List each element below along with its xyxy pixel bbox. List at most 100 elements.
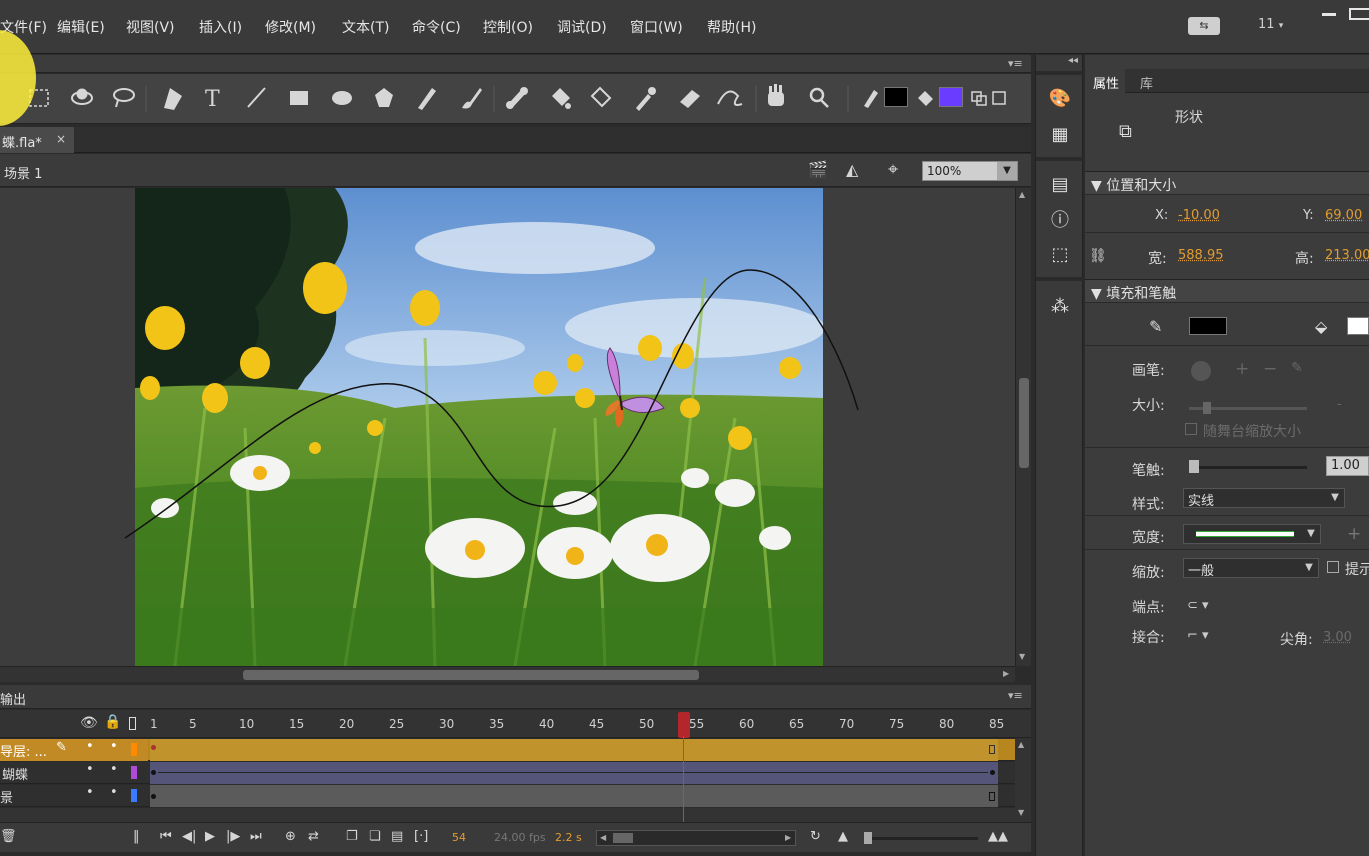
end-frame[interactable] bbox=[989, 792, 995, 801]
minimize-icon[interactable] bbox=[1322, 13, 1336, 16]
chevron-down-icon[interactable]: ▼ bbox=[1300, 559, 1318, 577]
menu-view[interactable]: 视图(V) bbox=[126, 17, 175, 37]
visibility-dot[interactable]: • bbox=[86, 762, 94, 777]
end-frame[interactable] bbox=[989, 745, 995, 754]
stage-vertical-scrollbar[interactable]: ▲ ▼ bbox=[1015, 188, 1031, 666]
width-profile-select[interactable]: ▼ bbox=[1183, 524, 1321, 544]
play-icon[interactable]: ▶ bbox=[205, 829, 215, 844]
width-tool[interactable] bbox=[716, 84, 744, 112]
tab-library[interactable]: 库 bbox=[1140, 73, 1153, 92]
chevron-down-icon[interactable]: ▼ bbox=[1326, 489, 1344, 507]
bone-tool[interactable] bbox=[504, 84, 532, 112]
edit-scene-icon[interactable]: 🎬 bbox=[808, 160, 828, 179]
scene-label[interactable]: 场景 1 bbox=[4, 163, 42, 182]
pencil-tool[interactable] bbox=[412, 84, 440, 112]
menu-debug[interactable]: 调试(D) bbox=[557, 17, 607, 37]
layer-name[interactable]: 蝴蝶 • • bbox=[0, 762, 148, 784]
swatches-grid-icon[interactable]: ▦ bbox=[1048, 123, 1072, 147]
scroll-thumb[interactable] bbox=[243, 670, 699, 680]
slider-thumb[interactable] bbox=[1189, 460, 1199, 473]
paint-bucket-tool[interactable] bbox=[546, 84, 574, 112]
chevron-down-icon[interactable]: ▼ bbox=[1302, 525, 1320, 543]
layer-color-swatch[interactable] bbox=[131, 743, 137, 756]
timeline-ruler[interactable]: 👁 🔒 1 5 10 15 20 25 30 35 40 45 50 55 60… bbox=[0, 710, 1031, 738]
style-select[interactable]: 实线 ▼ bbox=[1183, 488, 1345, 509]
last-frame-icon[interactable]: ⏭ bbox=[250, 829, 262, 844]
components-icon[interactable]: ⁂ bbox=[1048, 295, 1072, 319]
lasso-tool[interactable] bbox=[110, 84, 138, 112]
workspace-number[interactable]: 11 ▾ bbox=[1258, 17, 1283, 32]
plus-icon[interactable]: + bbox=[1235, 359, 1249, 379]
scroll-right-icon[interactable]: ▶ bbox=[785, 833, 791, 842]
minus-icon[interactable]: − bbox=[1263, 359, 1277, 379]
stage-horizontal-scrollbar[interactable]: ▶ bbox=[0, 666, 1015, 682]
layer-color-swatch[interactable] bbox=[131, 766, 137, 779]
frame-rate[interactable]: 24.00 fps bbox=[494, 831, 546, 844]
width-value[interactable]: 588.95 bbox=[1178, 248, 1224, 263]
layer-row-guide[interactable]: 导层: ... ✎ • • bbox=[0, 739, 1015, 761]
scroll-left-icon[interactable]: ◀ bbox=[600, 833, 606, 842]
stroke-color-swatch[interactable] bbox=[884, 87, 908, 107]
scroll-right-icon[interactable]: ▶ bbox=[1003, 669, 1009, 678]
slider-thumb[interactable] bbox=[864, 832, 872, 844]
outline-icon[interactable] bbox=[129, 717, 136, 730]
link-icon[interactable]: ⛓ bbox=[1089, 248, 1107, 264]
size-slider[interactable] bbox=[1189, 402, 1307, 414]
keyframe[interactable] bbox=[151, 770, 156, 775]
panel-menu-icon[interactable]: ▾≡ bbox=[1008, 689, 1023, 702]
edit-brush-icon[interactable]: ✎ bbox=[1291, 360, 1303, 376]
pen-tool[interactable] bbox=[160, 84, 188, 112]
x-value[interactable]: -10.00 bbox=[1178, 208, 1220, 223]
edit-multiple-frames-icon[interactable]: ▤ bbox=[391, 829, 403, 844]
oval-tool[interactable] bbox=[328, 84, 356, 112]
color-palette-icon[interactable]: 🎨 bbox=[1048, 87, 1072, 111]
frames-butterfly[interactable] bbox=[150, 762, 998, 784]
fill-color-swatch[interactable] bbox=[939, 87, 963, 107]
timeline-vertical-scrollbar[interactable]: ▲ ▼ bbox=[1015, 738, 1031, 822]
hinting-checkbox[interactable] bbox=[1327, 561, 1339, 573]
edit-symbols-icon[interactable]: ◭ bbox=[846, 160, 858, 179]
onion-skin-icon[interactable]: ❐ bbox=[346, 829, 358, 844]
layer-row-butterfly[interactable]: 蝴蝶 • • bbox=[0, 762, 1015, 784]
stroke-slider[interactable] bbox=[1189, 460, 1307, 473]
visibility-dot[interactable]: • bbox=[86, 739, 94, 754]
step-back-icon[interactable]: ◀| bbox=[182, 829, 196, 844]
zoom-in-icon[interactable]: ▲▲ bbox=[988, 829, 1008, 844]
keyframe[interactable] bbox=[990, 770, 995, 775]
refresh-icon[interactable]: ↻ bbox=[810, 829, 821, 844]
line-tool[interactable] bbox=[243, 84, 271, 112]
panel-menu-icon[interactable]: ▾≡ bbox=[1008, 57, 1023, 70]
scroll-thumb[interactable] bbox=[1019, 378, 1029, 468]
split-icon[interactable]: ‖ bbox=[133, 829, 140, 844]
timeline-h-scroll[interactable]: ◀ ▶ bbox=[596, 830, 796, 846]
lock-dot[interactable]: • bbox=[110, 739, 118, 754]
menu-control[interactable]: 控制(O) bbox=[483, 17, 533, 37]
eye-icon[interactable]: 👁 bbox=[80, 715, 98, 731]
brush-tool[interactable] bbox=[456, 84, 484, 112]
fill-color-swatch[interactable] bbox=[1347, 317, 1369, 335]
step-forward-icon[interactable]: |▶ bbox=[226, 829, 240, 844]
text-tool[interactable] bbox=[200, 84, 228, 112]
lock-dot[interactable]: • bbox=[110, 762, 118, 777]
zoom-tool[interactable] bbox=[804, 84, 832, 112]
slider-thumb[interactable] bbox=[1203, 402, 1211, 414]
first-frame-icon[interactable]: ⏮ bbox=[160, 829, 172, 844]
miter-value[interactable]: 3.00 bbox=[1323, 630, 1352, 645]
keyframe[interactable] bbox=[151, 745, 156, 750]
playhead[interactable] bbox=[678, 712, 690, 738]
center-stage-icon[interactable]: ⌖ bbox=[888, 159, 898, 180]
y-value[interactable]: 69.00 bbox=[1325, 208, 1362, 223]
elapsed-time[interactable]: 2.2 s bbox=[555, 831, 582, 844]
section-fill-stroke[interactable]: ▼ 填充和笔触 bbox=[1085, 279, 1369, 303]
layer-color-swatch[interactable] bbox=[131, 789, 137, 802]
eraser-tool[interactable] bbox=[674, 84, 702, 112]
scale-with-stage-checkbox[interactable] bbox=[1185, 423, 1197, 435]
stroke-value-input[interactable]: 1.00 bbox=[1326, 456, 1369, 476]
workspace-switcher-icon[interactable]: ⇆ bbox=[1188, 17, 1220, 35]
add-width-icon[interactable]: + bbox=[1347, 524, 1361, 544]
info-icon[interactable]: ⓘ bbox=[1048, 209, 1072, 233]
menu-window[interactable]: 窗口(W) bbox=[630, 17, 683, 37]
scroll-up-icon[interactable]: ▲ bbox=[1019, 190, 1025, 199]
visibility-dot[interactable]: • bbox=[86, 785, 94, 800]
tab-properties[interactable]: 属性 bbox=[1085, 69, 1125, 93]
